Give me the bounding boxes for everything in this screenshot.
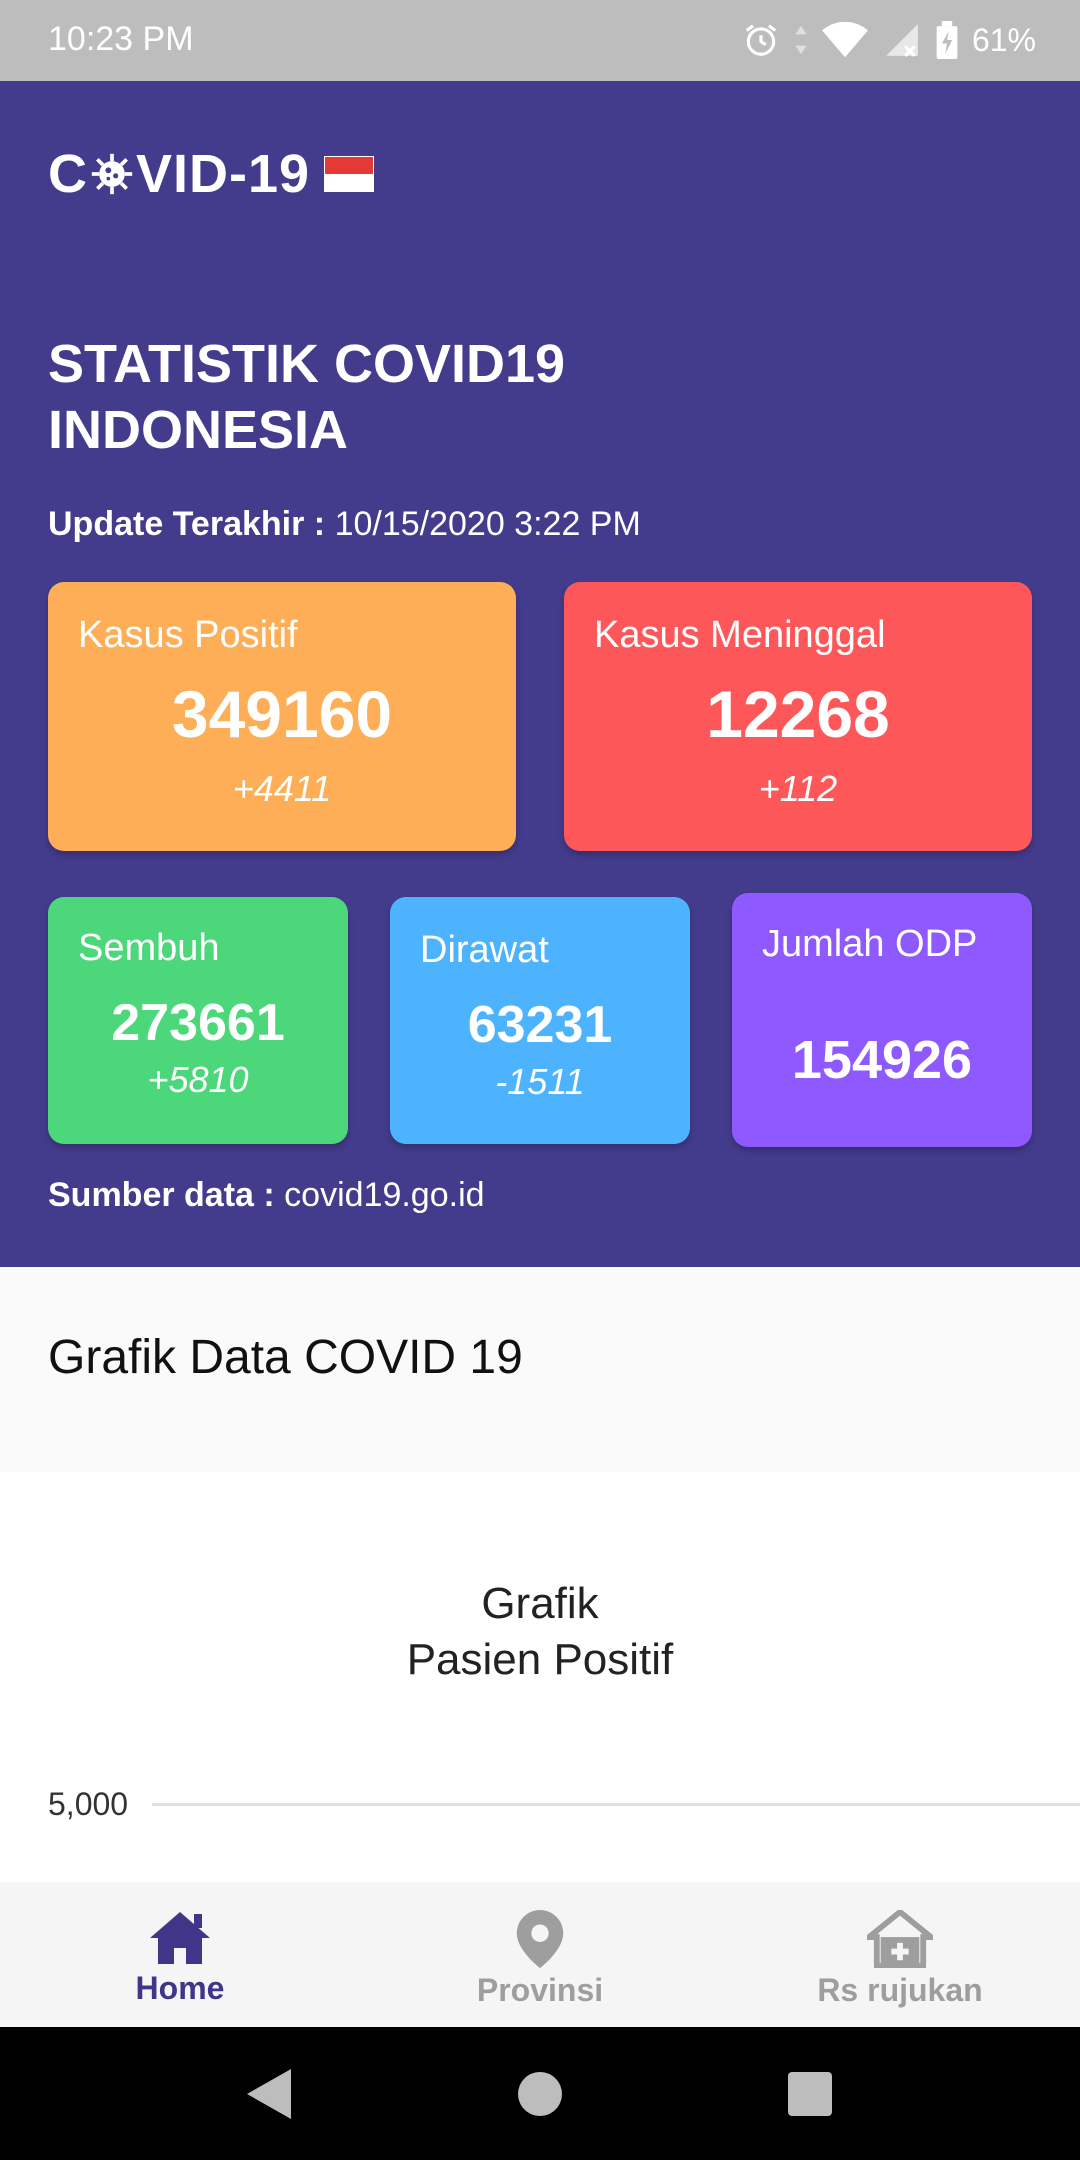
bottom-navigation: Home Provinsi Rs rujukan xyxy=(0,1882,1080,2027)
nav-rs-rujukan[interactable]: Rs rujukan xyxy=(780,1882,1020,2027)
positive-cases-label: Kasus Positif xyxy=(78,614,298,656)
odp-label: Jumlah ODP xyxy=(762,923,978,965)
chart-title: Grafik Pasien Positif xyxy=(0,1576,1080,1688)
y-tick-label: 5,000 xyxy=(48,1786,129,1822)
page-title: STATISTIK COVID19 INDONESIA xyxy=(48,334,566,460)
positive-chart-card: Grafik Pasien Positif 5,000 xyxy=(0,1472,1080,1882)
recents-icon xyxy=(788,2071,832,2116)
recovered-delta: +5810 xyxy=(147,1059,249,1100)
odp-value: 154926 xyxy=(791,1030,973,1090)
logo-text-right: VID-19 xyxy=(136,144,311,204)
system-back-button[interactable] xyxy=(220,2027,320,2160)
data-arrows-icon xyxy=(795,26,807,54)
logo-text: C VID-19 xyxy=(48,143,310,205)
update-label: Update Terakhir : xyxy=(48,505,326,543)
location-pin-icon xyxy=(516,1910,564,1968)
deaths-value: 12268 xyxy=(706,677,890,751)
back-icon xyxy=(247,2068,291,2119)
treated-label: Dirawat xyxy=(420,929,549,971)
positive-cases-card: Kasus Positif 349160 +4411 xyxy=(48,582,516,851)
alarm-icon xyxy=(745,24,777,56)
recovered-card: Sembuh 273661 +5810 xyxy=(48,897,348,1144)
positive-cases-value: 349160 xyxy=(171,677,393,751)
nav-rs-label: Rs rujukan xyxy=(817,1972,983,2008)
positive-cases-delta: +4411 xyxy=(232,768,332,809)
odp-card: Jumlah ODP 154926 xyxy=(732,893,1032,1147)
data-source: Sumber data : covid19.go.id xyxy=(48,1176,485,1215)
home-circle-icon xyxy=(518,2071,562,2116)
recovered-value: 273661 xyxy=(111,994,285,1052)
chart-title-line2: Pasien Positif xyxy=(406,1635,674,1684)
status-icons: 61% xyxy=(742,18,1036,62)
indonesia-flag-icon xyxy=(324,156,375,192)
nav-home-label: Home xyxy=(135,1970,225,2006)
virus-icon xyxy=(91,153,133,195)
system-recents-button[interactable] xyxy=(760,2027,860,2160)
nav-provinsi[interactable]: Provinsi xyxy=(420,1882,660,2027)
deaths-label: Kasus Meninggal xyxy=(594,614,886,656)
recovered-label: Sembuh xyxy=(78,927,220,969)
wifi-icon xyxy=(821,22,868,58)
treated-card: Dirawat 63231 -1511 xyxy=(390,897,690,1144)
nav-home[interactable]: Home xyxy=(60,1882,300,2027)
system-navigation-bar xyxy=(0,2027,1080,2160)
update-value: 10/15/2020 3:22 PM xyxy=(334,505,641,543)
logo-text-left: C xyxy=(48,144,88,204)
battery-charging-icon xyxy=(936,21,958,59)
system-home-button[interactable] xyxy=(490,2027,590,2160)
nav-provinsi-label: Provinsi xyxy=(476,1972,604,2008)
source-value[interactable]: covid19.go.id xyxy=(284,1176,484,1214)
battery-percent: 61% xyxy=(971,21,1036,58)
chart-title-line1: Grafik xyxy=(481,1579,599,1628)
last-update: Update Terakhir : 10/15/2020 3:22 PM xyxy=(48,505,641,544)
source-label: Sumber data : xyxy=(48,1176,275,1214)
home-icon xyxy=(150,1912,210,1964)
treated-delta: -1511 xyxy=(495,1061,585,1102)
status-time: 10:23 PM xyxy=(48,20,194,58)
deaths-card: Kasus Meninggal 12268 +112 xyxy=(564,582,1032,851)
y-gridline xyxy=(152,1803,1080,1806)
app-logo: C VID-19 xyxy=(48,143,375,205)
signal-icon xyxy=(886,24,918,57)
hospital-icon xyxy=(867,1910,933,1968)
treated-value: 63231 xyxy=(467,996,613,1054)
deaths-delta: +112 xyxy=(758,768,838,809)
status-bar: 10:23 PM 61% xyxy=(0,0,1080,81)
chart-section-title: Grafik Data COVID 19 xyxy=(48,1331,523,1384)
